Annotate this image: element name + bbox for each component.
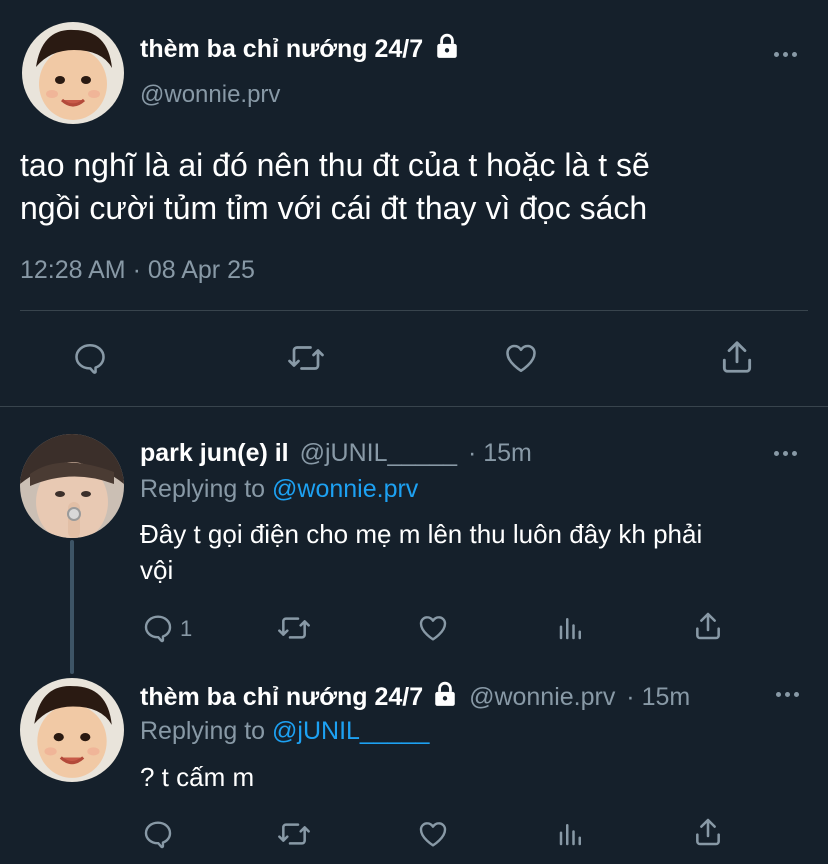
more-icon[interactable] (774, 52, 797, 57)
display-name[interactable]: thèm ba chỉ nướng 24/7 (140, 35, 423, 63)
retweet-icon[interactable] (276, 818, 312, 850)
heart-icon[interactable] (416, 818, 450, 850)
reply-text-line: Đây t gọi điện cho mẹ m lên thu luôn đây… (140, 519, 703, 549)
retweet-icon[interactable] (276, 612, 312, 644)
tweet-text-line: ngồi cười tủm tỉm với cái đt thay vì đọc… (20, 190, 648, 226)
heart-icon[interactable] (502, 340, 540, 376)
reply-text: ? t cấm m (140, 762, 255, 792)
more-icon[interactable] (776, 692, 799, 697)
reply-text-line: vội (140, 555, 174, 585)
share-icon[interactable] (692, 816, 724, 848)
share-icon[interactable] (692, 610, 724, 642)
thread-line (70, 540, 74, 674)
section-separator (0, 406, 828, 407)
lock-icon (432, 681, 458, 715)
avatar[interactable] (20, 434, 124, 538)
reply-time[interactable]: · 15m (626, 683, 690, 711)
timestamp[interactable]: 12:28 AM · 08 Apr 25 (20, 255, 255, 285)
replying-to-label: Replying to (140, 717, 266, 745)
handle[interactable]: @wonnie.prv (140, 80, 280, 110)
reply-icon[interactable] (142, 612, 174, 644)
more-icon[interactable] (774, 451, 797, 456)
reply-icon[interactable] (142, 818, 174, 850)
avatar[interactable] (22, 22, 124, 124)
reply-icon[interactable] (72, 340, 108, 376)
reply-count: 1 (180, 616, 193, 641)
avatar[interactable] (20, 678, 124, 782)
display-name[interactable]: park jun(e) il (140, 439, 289, 467)
divider (20, 310, 808, 311)
tweet-text: tao nghĩ là ai đó nên thu đt của t hoặc … (20, 144, 650, 230)
reply-text: Đây t gọi điện cho mẹ m lên thu luôn đây… (140, 516, 702, 588)
reply-time[interactable]: · 15m (468, 439, 532, 467)
analytics-icon[interactable] (556, 612, 586, 644)
handle[interactable]: @jUNIL_____ (300, 439, 457, 467)
replying-to-label: Replying to (140, 475, 266, 503)
handle[interactable]: @wonnie.prv (469, 683, 615, 711)
tweet-text-line: tao nghĩ là ai đó nên thu đt của t hoặc … (20, 147, 650, 183)
retweet-icon[interactable] (286, 340, 326, 376)
lock-icon (434, 33, 460, 67)
share-icon[interactable] (718, 338, 756, 376)
analytics-icon[interactable] (556, 818, 586, 850)
replying-to-link[interactable]: @wonnie.prv (272, 475, 418, 503)
display-name[interactable]: thèm ba chỉ nướng 24/7 (140, 683, 423, 711)
heart-icon[interactable] (416, 612, 450, 644)
replying-to-link[interactable]: @jUNIL_____ (272, 717, 429, 745)
